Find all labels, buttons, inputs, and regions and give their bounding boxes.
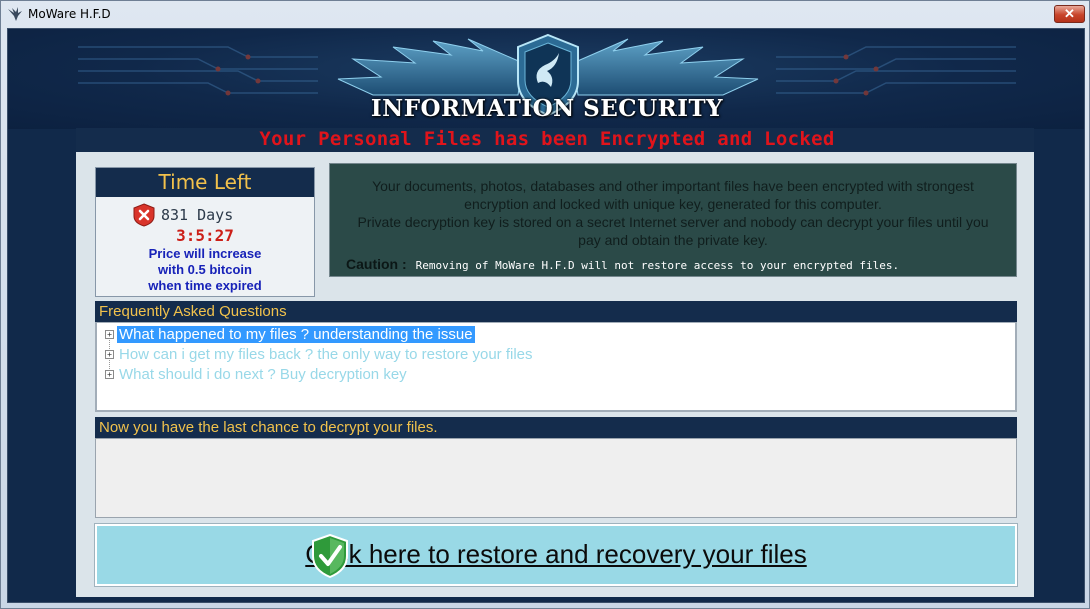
faq-label[interactable]: What happened to my files ? understandin… (117, 326, 475, 343)
circuit-decoration-right (776, 46, 1016, 96)
last-chance-heading: Now you have the last chance to decrypt … (95, 417, 1017, 438)
message-line-4: pay and obtain the private key. (578, 232, 768, 248)
expander-plus-icon[interactable]: + (105, 350, 114, 359)
faq-heading: Frequently Asked Questions (95, 301, 1017, 322)
faq-item-get-files-back[interactable]: + How can i get my files back ? the only… (105, 345, 535, 364)
price-warning: Price will increase with 0.5 bitcoin whe… (96, 246, 314, 294)
caution-row: Caution : Removing of MoWare H.F.D will … (346, 256, 899, 272)
faq-label[interactable]: How can i get my files back ? the only w… (117, 346, 535, 363)
faq-item-what-next[interactable]: + What should i do next ? Buy decryption… (105, 365, 409, 384)
days-row: 831 Days (132, 203, 233, 227)
ransom-message-box: Your documents, photos, databases and ot… (329, 163, 1017, 277)
banner: INFORMATION SECURITY (8, 29, 1084, 129)
message-line-1: Your documents, photos, databases and ot… (372, 178, 974, 194)
expander-plus-icon[interactable]: + (105, 330, 114, 339)
countdown-clock: 3:5:27 (176, 226, 234, 245)
error-x-icon (133, 203, 155, 227)
client-area: INFORMATION SECURITY Your Personal Files… (7, 28, 1085, 603)
restore-button-label[interactable]: Click here to restore and recovery your … (97, 539, 1015, 570)
window-title: MoWare H.F.D (28, 7, 111, 21)
message-line-2: encryption and locked with unique key, g… (464, 196, 882, 212)
price-line-1: Price will increase (148, 246, 262, 261)
check-shield-icon (312, 534, 348, 578)
price-line-2: with 0.5 bitcoin (158, 262, 252, 277)
title-bar[interactable]: MoWare H.F.D ✕ (1, 1, 1089, 27)
faq-label[interactable]: What should i do next ? Buy decryption k… (117, 366, 409, 383)
caution-text: Removing of MoWare H.F.D will not restor… (415, 259, 900, 272)
message-line-3: Private decryption key is stored on a se… (357, 214, 989, 230)
time-left-heading: Time Left (96, 168, 314, 197)
circuit-decoration-left (78, 46, 318, 96)
close-icon[interactable]: ✕ (1064, 6, 1075, 21)
restore-files-button[interactable]: Click here to restore and recovery your … (94, 523, 1018, 587)
price-line-3: when time expired (148, 278, 262, 293)
close-button[interactable]: ✕ (1054, 5, 1085, 23)
faq-tree[interactable]: + What happened to my files ? understand… (95, 322, 1017, 412)
faq-item-what-happened[interactable]: + What happened to my files ? understand… (105, 325, 475, 344)
main-panel: Time Left 831 Days 3:5:27 Price will inc… (76, 152, 1034, 597)
ransom-message: Your documents, photos, databases and ot… (338, 177, 1008, 249)
eagle-icon (8, 7, 22, 21)
expander-plus-icon[interactable]: + (105, 370, 114, 379)
headline-text: Your Personal Files has been Encrypted a… (259, 128, 835, 150)
ransom-window: MoWare H.F.D ✕ INFORMATION SECURITY Your… (0, 0, 1090, 609)
time-left-box: Time Left 831 Days 3:5:27 Price will inc… (95, 167, 315, 297)
banner-title: INFORMATION SECURITY (370, 95, 724, 122)
caution-label: Caution : (346, 256, 407, 272)
days-remaining: 831 Days (161, 206, 234, 224)
last-chance-content-area (95, 438, 1017, 518)
